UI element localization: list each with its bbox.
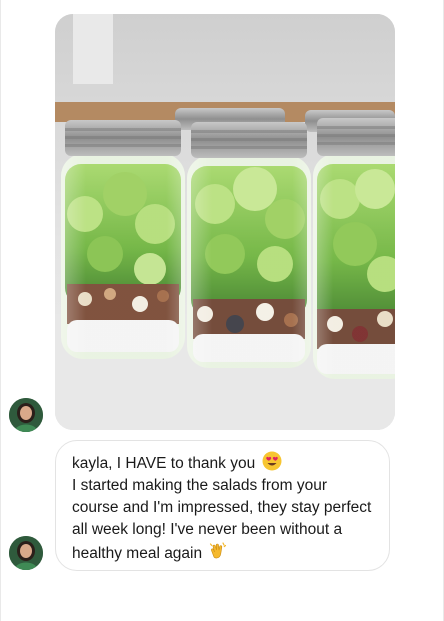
message-text: kayla, I HAVE to thank you I started mak… (72, 451, 375, 565)
salad-jars-photo (55, 14, 395, 430)
message-bubble[interactable]: kayla, I HAVE to thank you I started mak… (55, 440, 390, 571)
avatar[interactable] (9, 536, 43, 570)
chat-thread: kayla, I HAVE to thank you I started mak… (0, 0, 444, 621)
avatar[interactable] (9, 398, 43, 432)
avatar-icon (9, 536, 43, 570)
clapping-hands-emoji-icon (208, 541, 228, 561)
heart-eyes-emoji-icon (262, 451, 282, 471)
photo-message[interactable] (55, 14, 395, 430)
avatar-icon (9, 398, 43, 432)
message-greeting: kayla, I HAVE to thank you (72, 455, 256, 472)
